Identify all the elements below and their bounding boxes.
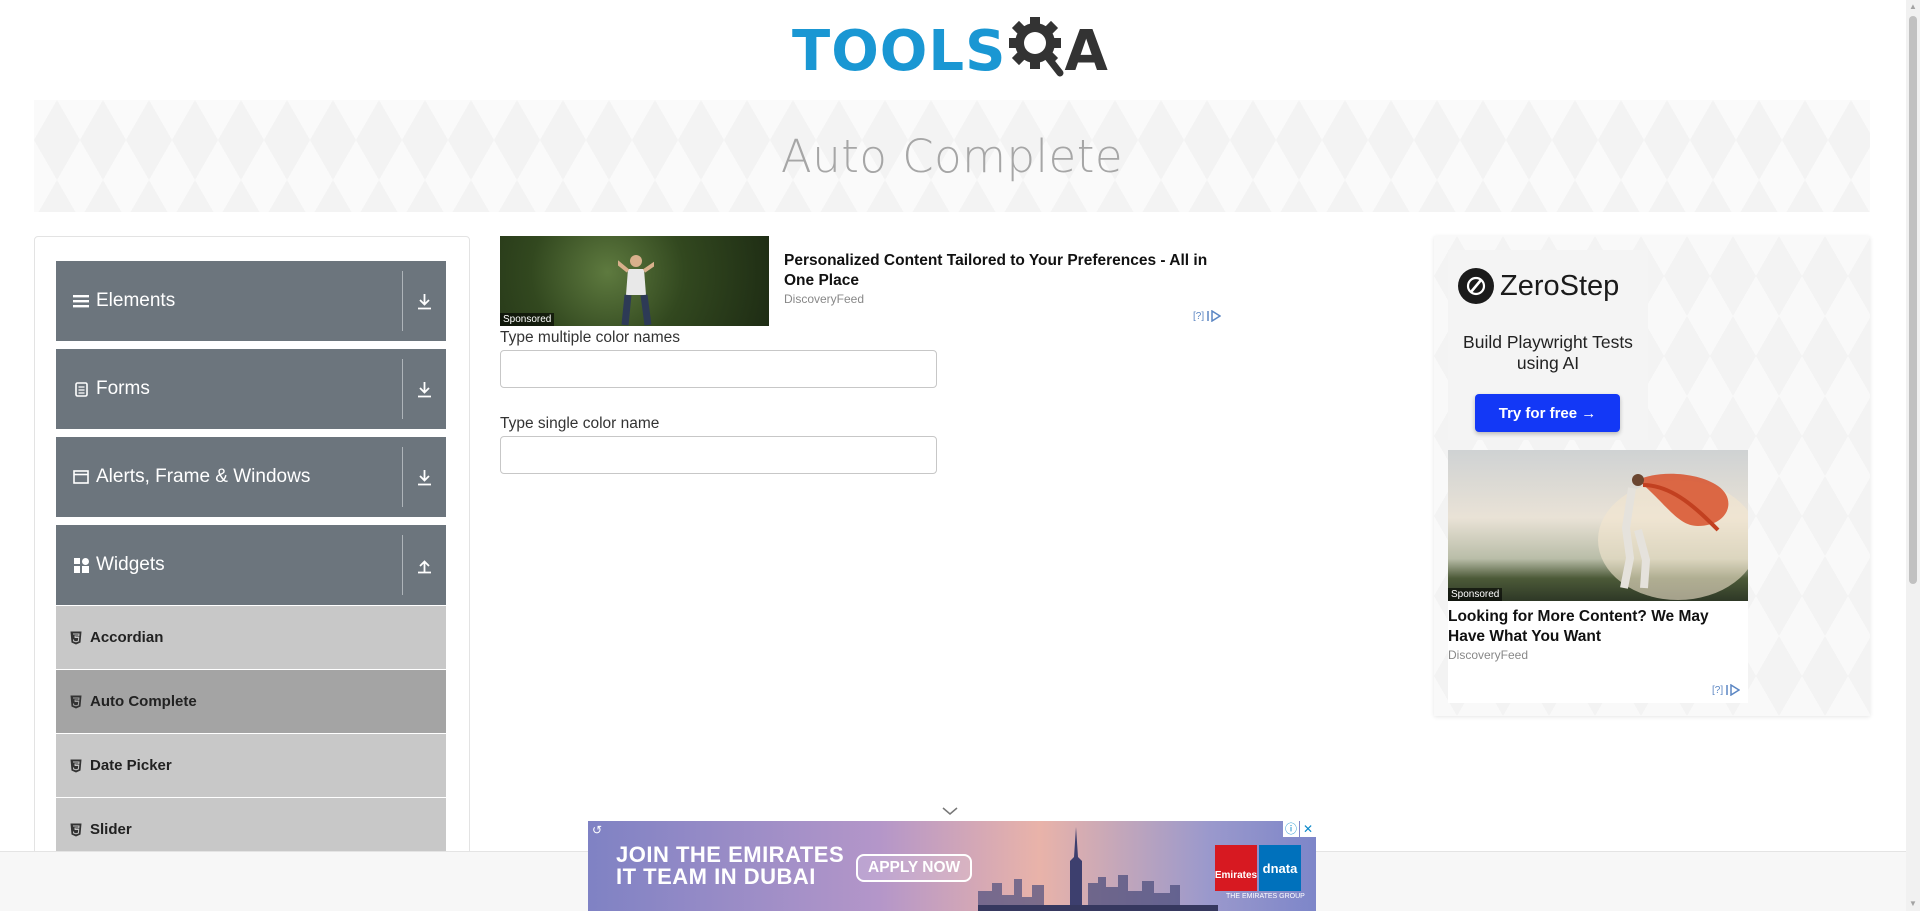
nav-item-label: Date Picker bbox=[90, 757, 172, 774]
nav-group-alerts-frame-windows[interactable]: Alerts, Frame & Windows bbox=[56, 437, 446, 517]
window-icon bbox=[72, 468, 90, 486]
page-banner: Auto Complete bbox=[34, 100, 1870, 212]
ad-source[interactable]: DiscoveryFeed bbox=[1448, 648, 1528, 662]
download-arrow-icon[interactable] bbox=[402, 437, 446, 517]
html5-icon bbox=[70, 631, 82, 645]
ad-controls: ⓘ ✕ bbox=[1283, 821, 1316, 837]
html5-icon bbox=[70, 695, 82, 709]
single-color-label: Type single color name bbox=[500, 415, 660, 432]
grid-icon bbox=[72, 556, 90, 574]
hamburger-icon bbox=[72, 292, 90, 310]
person-figure bbox=[618, 255, 654, 326]
document-icon bbox=[72, 380, 90, 398]
ad-headline: JOIN THE EMIRATES IT TEAM IN DUBAI bbox=[616, 844, 844, 888]
sponsored-ad-top[interactable]: Sponsored Personalized Content Tailored … bbox=[500, 236, 1230, 326]
nav-item-auto-complete[interactable]: Auto Complete bbox=[56, 670, 446, 733]
ad-choices[interactable]: [?] bbox=[1712, 684, 1741, 696]
dnata-logo: dnata bbox=[1259, 845, 1301, 891]
download-arrow-icon[interactable] bbox=[402, 261, 446, 341]
replay-icon[interactable]: ↺ bbox=[592, 823, 602, 837]
right-ad-body[interactable]: Looking for More Content? We May Have Wh… bbox=[1448, 601, 1748, 703]
ad-headline-line-1: JOIN THE EMIRATES bbox=[616, 842, 845, 867]
zerostep-brand: ZeroStep bbox=[1500, 269, 1620, 302]
dubai-skyline-image bbox=[978, 827, 1218, 911]
nav-item-label: Auto Complete bbox=[90, 693, 197, 710]
html5-icon bbox=[70, 823, 82, 837]
ad-choices-label: [?] bbox=[1193, 310, 1205, 322]
nav-item-date-picker[interactable]: Date Picker bbox=[56, 734, 446, 797]
zerostep-mark-icon bbox=[1458, 268, 1494, 304]
adchoices-icon bbox=[1726, 684, 1741, 696]
sponsored-tag: Sponsored bbox=[500, 313, 555, 326]
zerostep-logo: ZeroStep bbox=[1458, 268, 1619, 304]
logo-a-text: A bbox=[1064, 19, 1109, 84]
ad-headline-line-2: IT TEAM IN DUBAI bbox=[616, 864, 816, 889]
gear-icon bbox=[1008, 15, 1066, 89]
logo-tools-text: TOOLS bbox=[792, 19, 1007, 84]
adchoices-icon bbox=[1207, 310, 1222, 322]
close-icon[interactable]: ✕ bbox=[1300, 821, 1316, 837]
nav-group-forms[interactable]: Forms bbox=[56, 349, 446, 429]
page-title: Auto Complete bbox=[780, 129, 1124, 183]
try-for-free-button[interactable]: Try for free → bbox=[1475, 394, 1620, 432]
ad-image[interactable]: Sponsored bbox=[500, 236, 769, 326]
emirates-banner-ad[interactable]: ↺ JOIN THE EMIRATES IT TEAM IN DUBAI APP… bbox=[588, 821, 1316, 911]
ad-choices[interactable]: [?] bbox=[1193, 310, 1222, 322]
apply-now-button[interactable]: APPLY NOW bbox=[856, 854, 973, 882]
toolsqa-logo[interactable]: TOOLS A bbox=[792, 14, 1109, 90]
nav-group-label: Widgets bbox=[96, 554, 165, 575]
nav-item-accordian[interactable]: Accordian bbox=[56, 606, 446, 669]
emirates-logo: Emirates bbox=[1215, 845, 1257, 891]
nav-item-label: Slider bbox=[90, 821, 132, 838]
info-icon[interactable]: ⓘ bbox=[1283, 821, 1299, 837]
zerostep-subtitle: Build Playwright Tests using AI bbox=[1463, 332, 1633, 373]
upload-arrow-icon[interactable] bbox=[402, 525, 446, 605]
html5-icon bbox=[70, 759, 82, 773]
group-caption: THE EMIRATES GROUP bbox=[1226, 893, 1305, 900]
download-arrow-icon[interactable] bbox=[402, 349, 446, 429]
sponsor-logos: Emirates dnata bbox=[1215, 845, 1301, 891]
chevron-down-icon[interactable] bbox=[941, 806, 959, 816]
multi-color-label: Type multiple color names bbox=[500, 329, 681, 346]
right-ad-panel: ZeroStep Build Playwright Tests using AI… bbox=[1434, 236, 1870, 716]
nav-group-widgets[interactable]: Widgets bbox=[56, 525, 446, 605]
ad-choices-label: [?] bbox=[1712, 684, 1724, 696]
ad-image[interactable]: Sponsored bbox=[1448, 450, 1748, 601]
sponsored-tag: Sponsored bbox=[1448, 588, 1503, 601]
ad-source[interactable]: DiscoveryFeed bbox=[784, 292, 864, 306]
nav-group-label: Forms bbox=[96, 378, 150, 399]
nav-group-label: Elements bbox=[96, 290, 176, 311]
nav-item-label: Accordian bbox=[90, 629, 164, 646]
ad-title[interactable]: Personalized Content Tailored to Your Pr… bbox=[784, 251, 1224, 291]
scroll-up-arrow-icon[interactable]: ▲ bbox=[1909, 3, 1917, 11]
nav-group-label: Alerts, Frame & Windows bbox=[96, 466, 311, 487]
woman-scarf-figure bbox=[1598, 473, 1748, 600]
vertical-scrollbar[interactable]: ▲ ▼ bbox=[1906, 0, 1920, 911]
scroll-thumb[interactable] bbox=[1909, 16, 1917, 584]
single-color-input[interactable] bbox=[500, 436, 937, 474]
scroll-down-arrow-icon[interactable]: ▼ bbox=[1909, 900, 1917, 908]
multi-color-input[interactable] bbox=[500, 350, 937, 388]
ad-title[interactable]: Looking for More Content? We May Have Wh… bbox=[1448, 607, 1748, 647]
nav-group-elements[interactable]: Elements bbox=[56, 261, 446, 341]
